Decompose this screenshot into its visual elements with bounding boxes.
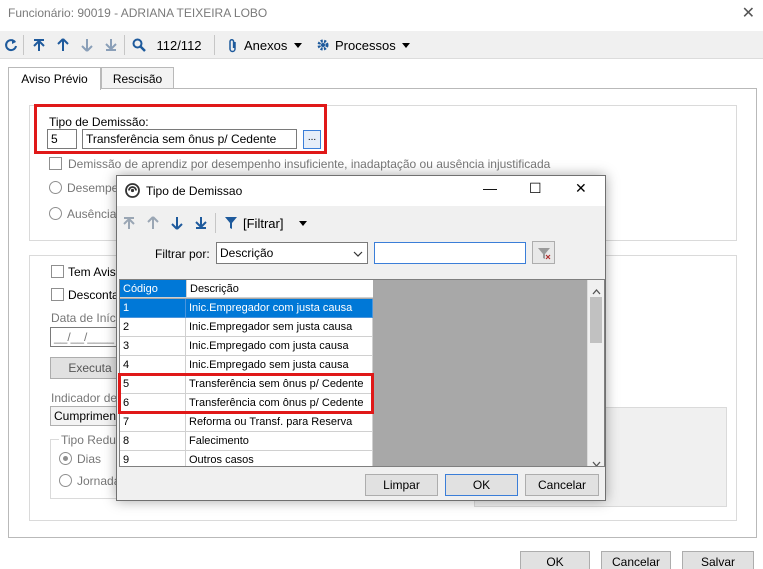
paperclip-icon[interactable] <box>224 31 242 59</box>
row-code: 8 <box>120 432 186 451</box>
scroll-down-icon[interactable] <box>592 456 601 466</box>
window-title-bar: Funcionário: 90019 - ADRIANA TEIXEIRA LO… <box>0 0 763 27</box>
radio-dias[interactable] <box>59 452 72 465</box>
data-inicio-field[interactable]: __/__/____ <box>50 327 120 347</box>
dialog-title-bar: Tipo de Demissao — ☐ ✕ <box>117 176 605 206</box>
radio-jornada[interactable] <box>59 474 72 487</box>
window-title: Funcionário: 90019 - ADRIANA TEIXEIRA LO… <box>8 6 268 20</box>
chevron-down-icon <box>353 247 363 261</box>
dialog-last-icon[interactable] <box>195 208 207 238</box>
anexos-menu[interactable]: Anexos <box>244 31 290 59</box>
dialog-next-icon[interactable] <box>171 208 183 238</box>
ok-button[interactable]: OK <box>520 551 590 569</box>
row-code: 7 <box>120 413 186 432</box>
filtrar-menu[interactable]: [Filtrar] <box>243 208 283 238</box>
processos-menu[interactable]: Processos <box>335 31 397 59</box>
processos-dropdown-icon[interactable] <box>400 31 412 59</box>
dialog-maximize-icon[interactable]: ☐ <box>529 180 542 197</box>
funnel-icon[interactable] <box>225 208 237 238</box>
row-desc: Inic.Empregador com justa causa <box>186 299 373 318</box>
radio-dias-label: Dias <box>77 452 102 466</box>
dialog-minimize-icon[interactable]: — <box>483 180 497 196</box>
dialog-previous-icon[interactable] <box>147 208 159 238</box>
filtrar-dropdown-icon[interactable] <box>299 208 307 238</box>
salvar-button[interactable]: Salvar <box>682 551 754 569</box>
scroll-thumb[interactable] <box>590 297 602 343</box>
search-icon[interactable] <box>130 31 148 59</box>
radio-desempenho[interactable] <box>49 181 62 194</box>
row-desc: Inic.Empregador sem justa causa <box>186 318 373 337</box>
filtrar-por-select[interactable]: Descrição <box>216 242 368 264</box>
aprendiz-checkbox-label: Demissão de aprendiz por desempenho insu… <box>68 157 551 171</box>
first-record-icon[interactable] <box>30 31 48 59</box>
previous-record-icon[interactable] <box>54 31 72 59</box>
filtrar-por-value: Descrição <box>220 246 274 260</box>
row-desc: Falecimento <box>186 432 373 451</box>
radio-ausencia[interactable] <box>49 207 62 220</box>
radio-ausencia-label: Ausência i <box>67 207 123 221</box>
tem-aviso-checkbox[interactable] <box>51 265 64 278</box>
row-code: 2 <box>120 318 186 337</box>
dialog-title: Tipo de Demissao <box>146 184 243 198</box>
tab-aviso-previo[interactable]: Aviso Prévio <box>8 67 101 90</box>
record-counter: 112/112 <box>156 37 202 53</box>
filtrar-por-label: Filtrar por: <box>155 247 210 261</box>
highlight-tipo-demissao <box>34 104 327 154</box>
anexos-dropdown-icon[interactable] <box>292 31 304 59</box>
desconta-checkbox[interactable] <box>51 288 64 301</box>
row-code: 9 <box>120 451 186 466</box>
gear-icon[interactable] <box>314 31 332 59</box>
filter-text-input[interactable] <box>374 242 526 264</box>
tem-aviso-label: Tem Aviso <box>68 265 123 279</box>
tab-rescisao[interactable]: Rescisão <box>101 67 174 89</box>
tipo-demissao-dialog: Tipo de Demissao — ☐ ✕ [Filtrar] Filtrar… <box>116 175 606 501</box>
cancelar-button[interactable]: Cancelar <box>601 551 671 569</box>
limpar-button[interactable]: Limpar <box>365 474 438 496</box>
indicador-select[interactable]: Cumprimento <box>50 406 120 426</box>
scroll-up-icon[interactable] <box>592 284 601 298</box>
last-record-icon[interactable] <box>102 31 120 59</box>
dialog-close-icon[interactable]: ✕ <box>575 180 587 197</box>
row-desc: Reforma ou Transf. para Reserva <box>186 413 373 432</box>
radio-jornada-label: Jornada <box>77 474 121 488</box>
row-code: 3 <box>120 337 186 356</box>
dialog-ok-button[interactable]: OK <box>445 474 518 496</box>
clear-filter-icon[interactable] <box>532 241 555 264</box>
dialog-first-icon[interactable] <box>123 208 135 238</box>
aprendiz-checkbox[interactable] <box>49 157 62 170</box>
next-record-icon[interactable] <box>78 31 96 59</box>
dialog-toolbar: [Filtrar] <box>117 208 605 238</box>
window-close-icon[interactable]: ✕ <box>742 3 755 23</box>
data-inicio-label: Data de Início <box>51 311 126 325</box>
main-toolbar: 112/112 Anexos Processos <box>0 31 763 59</box>
highlight-transferencia-rows <box>118 373 374 414</box>
column-header-codigo[interactable]: Código <box>120 280 186 298</box>
dialog-app-icon <box>125 183 140 201</box>
dialog-cancelar-button[interactable]: Cancelar <box>525 474 599 496</box>
row-desc: Inic.Empregado com justa causa <box>186 337 373 356</box>
grid-vertical-scrollbar[interactable] <box>587 280 604 466</box>
row-desc: Outros casos <box>186 451 373 466</box>
refresh-icon[interactable] <box>2 31 20 59</box>
desconta-label: Desconta <box>68 288 119 302</box>
row-code: 1 <box>120 299 186 318</box>
column-header-descricao[interactable]: Descrição <box>186 280 373 298</box>
